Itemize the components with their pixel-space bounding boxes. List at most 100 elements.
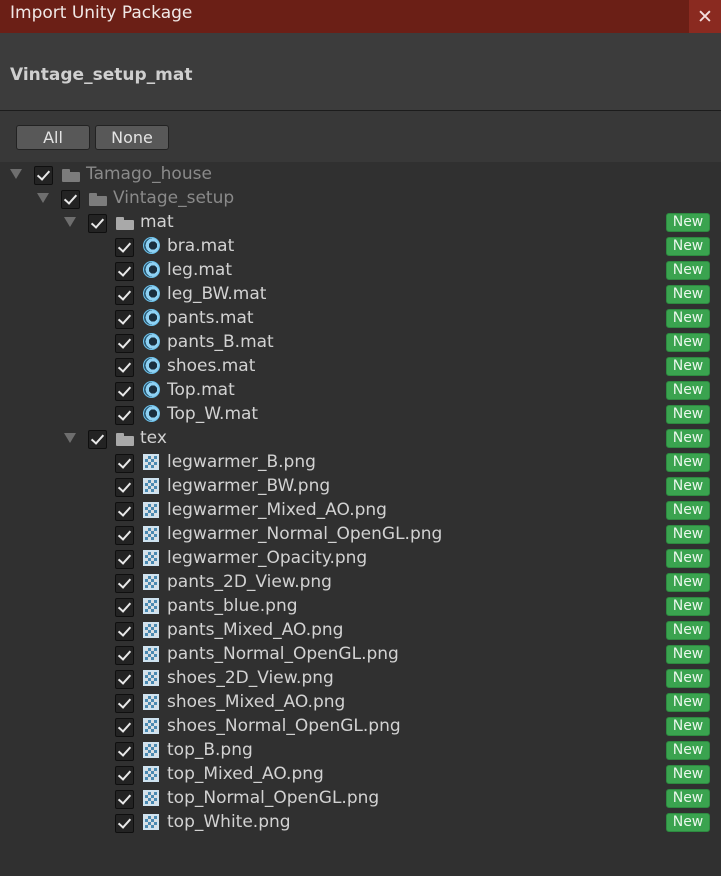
tree-item-label: top_Mixed_AO.png [167,764,324,784]
tree-item-label: pants.mat [167,308,254,328]
new-badge: New [666,789,710,808]
tree-file-row[interactable]: top_Mixed_AO.png New [0,763,721,787]
expand-arrow-icon[interactable] [64,433,76,443]
tree-file-row[interactable]: shoes_Normal_OpenGL.png New [0,715,721,739]
package-tree: Tamago_house Vintage_setup mat New bra.mat Ne… [0,162,721,876]
tree-item-label: top_White.png [167,812,291,832]
item-checkbox[interactable] [115,262,134,281]
tree-folder-row[interactable]: mat New [0,211,721,235]
tree-item-label: shoes_2D_View.png [167,668,334,688]
expand-arrow-icon[interactable] [10,169,22,179]
tree-file-row[interactable]: leg_BW.mat New [0,283,721,307]
item-checkbox[interactable] [88,430,107,449]
tree-file-row[interactable]: pants_Normal_OpenGL.png New [0,643,721,667]
item-checkbox[interactable] [115,598,134,617]
item-checkbox[interactable] [115,766,134,785]
tree-item-label: pants_Normal_OpenGL.png [167,644,399,664]
folder-icon [116,217,134,230]
item-checkbox[interactable] [115,670,134,689]
new-badge: New [666,429,710,448]
material-icon [143,333,160,350]
new-badge: New [666,405,710,424]
tree-file-row[interactable]: shoes.mat New [0,355,721,379]
tree-file-row[interactable]: pants.mat New [0,307,721,331]
item-checkbox[interactable] [115,358,134,377]
item-checkbox[interactable] [115,742,134,761]
texture-icon [143,742,159,758]
tree-item-label: Top_W.mat [167,404,259,424]
close-button[interactable]: ✕ [689,0,721,33]
tree-file-row[interactable]: leg.mat New [0,259,721,283]
tree-item-label: Vintage_setup [113,188,235,208]
item-checkbox[interactable] [115,790,134,809]
tree-file-row[interactable]: legwarmer_Opacity.png New [0,547,721,571]
new-badge: New [666,765,710,784]
new-badge: New [666,501,710,520]
texture-icon [143,574,159,590]
item-checkbox[interactable] [115,526,134,545]
item-checkbox[interactable] [115,646,134,665]
tree-folder-row[interactable]: tex New [0,427,721,451]
new-badge: New [666,453,710,472]
texture-icon [143,622,159,638]
select-all-button[interactable]: All [16,125,90,150]
tree-item-label: pants_blue.png [167,596,298,616]
tree-item-label: legwarmer_BW.png [167,476,331,496]
item-checkbox[interactable] [115,238,134,257]
tree-file-row[interactable]: legwarmer_B.png New [0,451,721,475]
tree-file-row[interactable]: pants_blue.png New [0,595,721,619]
item-checkbox[interactable] [115,574,134,593]
tree-file-row[interactable]: Top_W.mat New [0,403,721,427]
item-checkbox[interactable] [115,694,134,713]
title-bar: Import Unity Package ✕ [0,0,721,33]
item-checkbox[interactable] [115,502,134,521]
tree-item-label: legwarmer_Mixed_AO.png [167,500,387,520]
item-checkbox[interactable] [115,550,134,569]
tree-file-row[interactable]: top_White.png New [0,811,721,835]
expand-arrow-icon[interactable] [37,193,49,203]
new-badge: New [666,309,710,328]
tree-file-row[interactable]: legwarmer_BW.png New [0,475,721,499]
item-checkbox[interactable] [34,166,53,185]
selection-toolbar: All None [0,111,721,161]
new-badge: New [666,357,710,376]
tree-file-row[interactable]: bra.mat New [0,235,721,259]
new-badge: New [666,381,710,400]
tree-item-label: leg_BW.mat [167,284,267,304]
tree-file-row[interactable]: legwarmer_Mixed_AO.png New [0,499,721,523]
tree-file-row[interactable]: pants_Mixed_AO.png New [0,619,721,643]
item-checkbox[interactable] [115,406,134,425]
folder-icon [62,169,80,182]
tree-folder-row[interactable]: Tamago_house [0,163,721,187]
tree-file-row[interactable]: pants_B.mat New [0,331,721,355]
item-checkbox[interactable] [115,814,134,833]
tree-item-label: tex [140,428,167,448]
item-checkbox[interactable] [115,286,134,305]
item-checkbox[interactable] [88,214,107,233]
tree-file-row[interactable]: Top.mat New [0,379,721,403]
item-checkbox[interactable] [115,622,134,641]
tree-item-label: mat [140,212,174,232]
tree-file-row[interactable]: pants_2D_View.png New [0,571,721,595]
tree-file-row[interactable]: top_Normal_OpenGL.png New [0,787,721,811]
item-checkbox[interactable] [115,310,134,329]
item-checkbox[interactable] [115,478,134,497]
tree-file-row[interactable]: shoes_2D_View.png New [0,667,721,691]
item-checkbox[interactable] [115,718,134,737]
material-icon [143,381,160,398]
item-checkbox[interactable] [115,454,134,473]
item-checkbox[interactable] [115,382,134,401]
texture-icon [143,646,159,662]
tree-file-row[interactable]: shoes_Mixed_AO.png New [0,691,721,715]
new-badge: New [666,261,710,280]
select-none-button[interactable]: None [95,125,169,150]
tree-file-row[interactable]: legwarmer_Normal_OpenGL.png New [0,523,721,547]
material-icon [143,405,160,422]
texture-icon [143,502,159,518]
texture-icon [143,526,159,542]
item-checkbox[interactable] [115,334,134,353]
tree-folder-row[interactable]: Vintage_setup [0,187,721,211]
item-checkbox[interactable] [61,190,80,209]
tree-file-row[interactable]: top_B.png New [0,739,721,763]
expand-arrow-icon[interactable] [64,217,76,227]
